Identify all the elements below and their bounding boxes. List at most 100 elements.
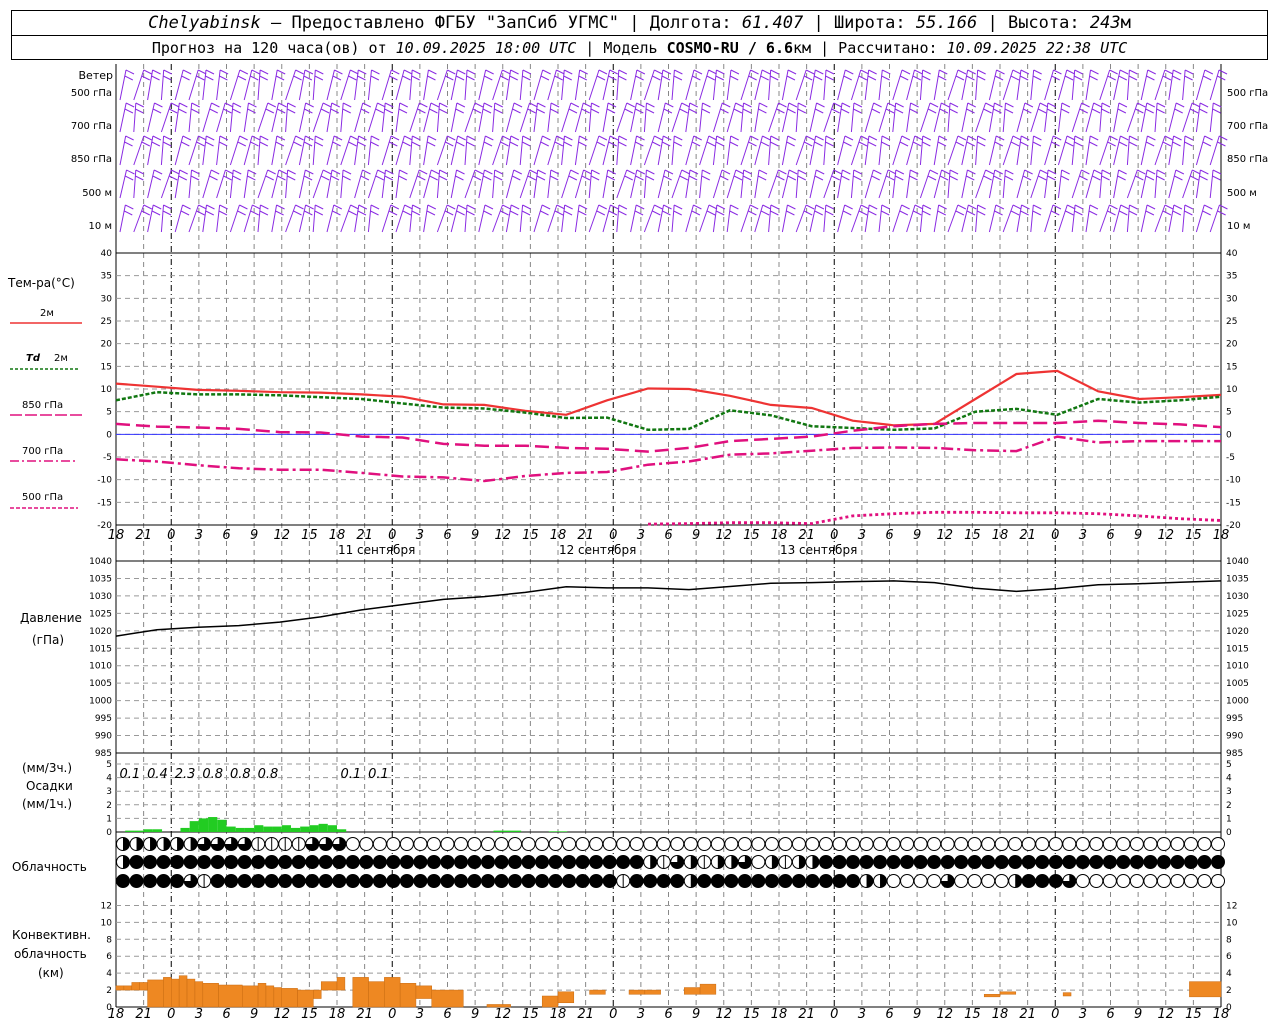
cloud-circle [791,837,806,851]
wind-barb [340,69,359,101]
cloud-symbol [1008,874,1023,888]
wind-level-label: 700 гПа [71,121,112,132]
precip-tick-label: 1 [106,814,112,824]
cloud-circle [981,837,996,851]
cloud-circle [1156,874,1171,888]
wind-barb [1209,102,1222,133]
wind-barb [1154,204,1174,233]
cloud-symbol [210,874,225,888]
cloud-symbol [832,874,847,888]
cloud-symbol [467,837,482,851]
hour-tick-label: 6 [443,528,451,543]
wind-barb [975,169,994,199]
wind-barb [298,169,314,199]
wind-barb [326,135,343,166]
cloud-circle [1211,874,1225,888]
hour-tick-label: 9 [250,528,258,543]
pressure-tick-label: 1020 [89,627,112,637]
wind-barb [823,69,835,101]
hour-tick-label: 21 [135,528,152,543]
cloud-symbol [278,855,293,869]
wind-barb [864,135,878,166]
wind-barb [188,169,200,199]
precip-bar [235,827,245,832]
cloud-circle [440,837,455,851]
precip-tick-label: 3 [106,787,112,797]
wind-barb [754,102,768,133]
precip-3h-label: 0.1 [119,767,140,782]
wind-barb [1209,69,1228,101]
precip-bar [511,830,522,832]
cloud-circle [724,874,739,888]
conv-bar [163,977,172,1008]
cloud-circle [683,837,698,851]
cloud-circle [859,837,874,851]
cloud-symbol [1183,855,1198,869]
cloud-symbol [318,855,333,869]
wind-barb [174,69,192,101]
cloud-circle [210,874,225,888]
temp-tick-label-right: 30 [1226,294,1238,304]
cloud-symbol [954,837,969,851]
cloud-circle [927,874,942,888]
pressure-tick-label: 1015 [89,644,112,654]
cloud-circle [940,837,955,851]
wind-barb [257,135,269,166]
temp-tick-label-right: -5 [1226,453,1235,463]
wind-barb [119,69,135,101]
pressure-tick-label-right: 1040 [1226,557,1249,567]
temp-tick-label: 25 [101,317,112,327]
cloud-symbol [575,855,590,869]
pressure-tick-label: 1040 [89,557,112,567]
precip-bar [290,827,301,832]
cloud-symbol [264,837,279,851]
cloud-circle [562,874,577,888]
cloud-symbol [683,837,698,851]
wind-barb [174,135,192,166]
hour-tick-label: 3 [637,528,645,543]
cloud-circle [616,837,631,851]
precip-3h-label: 0.8 [258,767,279,782]
hour-tick-label-bottom: 15 [743,1007,760,1022]
cloud-symbol [359,855,374,869]
wind-barb [1209,135,1228,166]
cloud-symbol [1102,874,1117,888]
cloud-symbol [886,837,901,851]
cloud-circle [1197,855,1212,869]
cloud-symbol [629,837,644,851]
cloud-symbol [1170,855,1185,869]
cloud-symbol [940,855,955,869]
wind-barb [588,102,600,133]
pressure-tick-label-right: 1030 [1226,592,1249,602]
wind-barb [837,169,851,199]
cloud-symbol [764,837,779,851]
wind-barb [781,135,796,166]
cloud-symbol [116,874,130,888]
wind-barb [533,102,546,133]
conv-bar [541,995,559,1008]
wind-barb [699,169,711,199]
wind-barb-row [119,69,1228,101]
wind-barb [423,204,437,233]
cloud-half [1015,874,1022,888]
wind-barb [160,169,180,199]
temp-tick-label: 30 [101,294,113,304]
precip-3h-label: 0.8 [230,767,251,782]
wind-barb [1140,102,1156,133]
pressure-tick-label-right: 985 [1226,749,1243,759]
cloud-symbol [535,855,550,869]
cloud-circle [1170,874,1185,888]
precip-tick-label-right: 0 [1226,828,1232,838]
cloud-symbol [778,855,793,869]
cloud-circle [224,874,239,888]
cloud-circle [981,855,996,869]
wind-barb [464,102,484,133]
conv-label-2: облачность [14,947,87,961]
precip-bar [272,826,282,832]
wind-barb [823,135,835,166]
wind-barb [643,102,655,133]
cloud-circle [751,855,766,869]
cloud-circle [643,837,658,851]
cloud-circle [846,874,860,888]
wind-barb [533,69,551,101]
